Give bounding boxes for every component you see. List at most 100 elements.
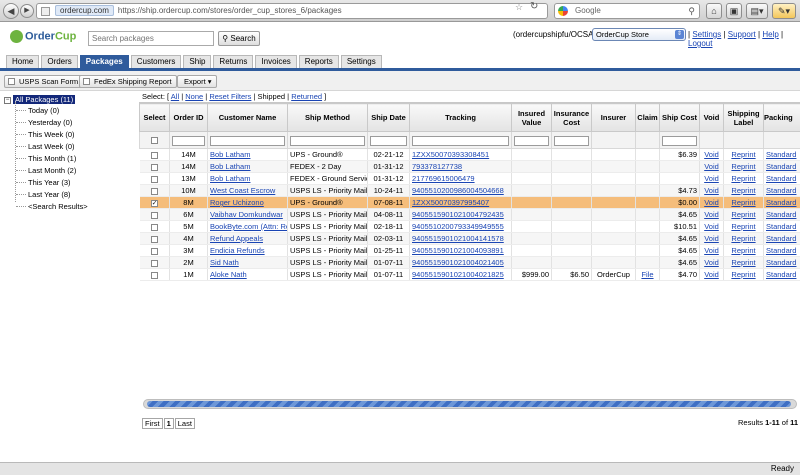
link-packing[interactable]: Standard	[766, 270, 796, 279]
row-checkbox[interactable]	[150, 259, 158, 267]
table-row[interactable]: 5M BookByte.com (Attn: Ret USPS LS - Prior…	[139, 220, 800, 233]
select-all-link[interactable]: All	[171, 92, 179, 101]
pager-first[interactable]: First	[142, 418, 163, 429]
tab-settings[interactable]: Settings	[340, 55, 382, 68]
search-packages-input[interactable]	[88, 31, 214, 46]
link-tracking[interactable]: 9405515901021004021825	[412, 270, 504, 279]
tab-packages[interactable]: Packages	[79, 55, 129, 68]
link-packing[interactable]: Standard	[766, 258, 796, 267]
browser-search-input[interactable]: Google ⚲	[554, 3, 700, 19]
usps-scan-form-button[interactable]: USPS Scan Form	[4, 75, 84, 88]
col-tracking[interactable]: Tracking	[409, 103, 512, 132]
store-select[interactable]: OrderCup Store ⇕	[592, 28, 686, 41]
tab-returns[interactable]: Returns	[213, 55, 254, 68]
filter-tracking-input[interactable]	[412, 136, 509, 146]
scrollbar-thumb[interactable]	[147, 401, 791, 407]
table-row[interactable]: 1M Aloke Nath USPS LS - Priority Mail 01-07…	[139, 268, 800, 281]
row-checkbox[interactable]	[150, 151, 158, 159]
link-packing[interactable]: Standard	[766, 162, 796, 171]
table-row[interactable]: 4M Refund Appeals USPS LS - Priority Mail 0…	[139, 232, 800, 245]
link-label[interactable]: Reprint	[731, 186, 755, 195]
link-tracking[interactable]: 793378127738	[412, 162, 462, 171]
link-label[interactable]: Reprint	[731, 174, 755, 183]
select-all-checkbox[interactable]	[151, 137, 158, 145]
tab-invoices[interactable]: Invoices	[255, 55, 297, 68]
link-customer[interactable]: Refund Appeals	[210, 234, 263, 243]
col-insured-value[interactable]: Insured Value	[511, 103, 552, 132]
link-customer[interactable]: Roger Uchizono	[210, 198, 264, 207]
link-void[interactable]: Void	[704, 222, 719, 231]
table-row[interactable]: 8M Roger Uchizono UPS - Ground® 07-08-11 1ZX…	[139, 196, 800, 209]
link-label[interactable]: Reprint	[731, 234, 755, 243]
table-row[interactable]: 6M Vaibhav Domkundwar USPS LS - Priority M…	[139, 208, 800, 221]
filter-date-input[interactable]	[370, 136, 407, 146]
link-void[interactable]: Void	[704, 162, 719, 171]
col-order-id[interactable]: Order ID	[169, 103, 208, 132]
link-void[interactable]: Void	[704, 258, 719, 267]
link-tracking[interactable]: 9405515901021004141578	[412, 234, 504, 243]
link-tracking[interactable]: 9405515901021004792435	[412, 210, 504, 219]
tree-item-yesterday[interactable]: Yesterday (0)	[15, 118, 72, 127]
settings-link[interactable]: Settings	[692, 30, 721, 39]
link-void[interactable]: Void	[704, 246, 719, 255]
tab-customers[interactable]: Customers	[130, 55, 182, 68]
link-claim[interactable]: File	[641, 270, 653, 279]
link-tracking[interactable]: 9405510200986004504668	[412, 186, 504, 195]
link-packing[interactable]: Standard	[766, 246, 796, 255]
link-label[interactable]: Reprint	[731, 246, 755, 255]
tree-item-this-week[interactable]: This Week (0)	[16, 130, 75, 139]
collapse-icon[interactable]: −	[4, 96, 11, 104]
link-label[interactable]: Reprint	[731, 150, 755, 159]
table-row[interactable]: 3M Endicia Refunds USPS LS - Priority Mail…	[139, 244, 800, 257]
home-icon[interactable]: ⌂	[706, 3, 722, 19]
link-customer[interactable]: Bob Latham	[210, 174, 250, 183]
col-customer-name[interactable]: Customer Name	[207, 103, 288, 132]
link-packing[interactable]: Standard	[766, 222, 796, 231]
link-tracking[interactable]: 9405515901021004021405	[412, 258, 504, 267]
col-packing[interactable]: Packing	[763, 103, 800, 132]
col-shipping-label[interactable]: Shipping Label	[723, 103, 764, 132]
link-customer[interactable]: BookByte.com (Attn: Ret	[210, 222, 287, 231]
ordercup-logo[interactable]: OrderCup	[10, 30, 76, 43]
link-tracking[interactable]: 9405515901021004093891	[412, 246, 504, 255]
tree-item-this-year[interactable]: This Year (3)	[16, 178, 71, 187]
link-void[interactable]: Void	[704, 174, 719, 183]
row-checkbox[interactable]	[150, 211, 158, 219]
link-customer[interactable]: Aloke Nath	[210, 270, 247, 279]
magnifier-icon[interactable]: ⚲	[688, 4, 695, 18]
address-bar[interactable]: ordercup.com https://ship.ordercup.com/st…	[36, 3, 548, 19]
link-void[interactable]: Void	[704, 150, 719, 159]
table-row[interactable]: 14M Bob Latham FEDEX - 2 Day 01-31-12 793378…	[139, 160, 800, 173]
row-checkbox[interactable]	[150, 175, 158, 183]
link-tracking[interactable]: 217769615006479	[412, 174, 475, 183]
link-tracking[interactable]: 1ZXX50070393308451	[412, 150, 489, 159]
link-void[interactable]: Void	[704, 186, 719, 195]
link-label[interactable]: Reprint	[731, 210, 755, 219]
tree-item-last-year[interactable]: Last Year (8)	[16, 190, 71, 199]
filter-customer-input[interactable]	[210, 136, 285, 146]
help-link[interactable]: Help	[762, 30, 778, 39]
link-void[interactable]: Void	[704, 198, 719, 207]
link-void[interactable]: Void	[704, 270, 719, 279]
row-checkbox[interactable]	[150, 198, 158, 208]
link-packing[interactable]: Standard	[766, 186, 796, 195]
link-packing[interactable]: Standard	[766, 234, 796, 243]
tab-ship[interactable]: Ship	[183, 55, 212, 68]
export-button[interactable]: Export ▾	[177, 75, 217, 88]
tree-item-last-month[interactable]: Last Month (2)	[15, 166, 76, 175]
filter-ins-cost-input[interactable]	[554, 136, 589, 146]
link-label[interactable]: Reprint	[731, 270, 755, 279]
filter-method-input[interactable]	[290, 136, 365, 146]
row-checkbox[interactable]	[150, 247, 158, 255]
reload-icon[interactable]: ↻	[530, 1, 538, 12]
bookmark-star-icon[interactable]: ☆	[515, 2, 523, 13]
tree-item-today[interactable]: Today (0)	[15, 106, 59, 115]
row-checkbox[interactable]	[150, 223, 158, 231]
col-select[interactable]: Select	[139, 103, 170, 132]
link-packing[interactable]: Standard	[766, 198, 796, 207]
table-row[interactable]: 10M West Coast Escrow USPS LS - Priority M…	[139, 184, 800, 197]
shipped-filter[interactable]: Shipped	[258, 92, 286, 101]
col-void[interactable]: Void	[699, 103, 724, 132]
link-tracking[interactable]: 1ZXX50070397995407	[412, 198, 489, 207]
tools-menu-icon[interactable]: ✎▾	[772, 3, 796, 19]
